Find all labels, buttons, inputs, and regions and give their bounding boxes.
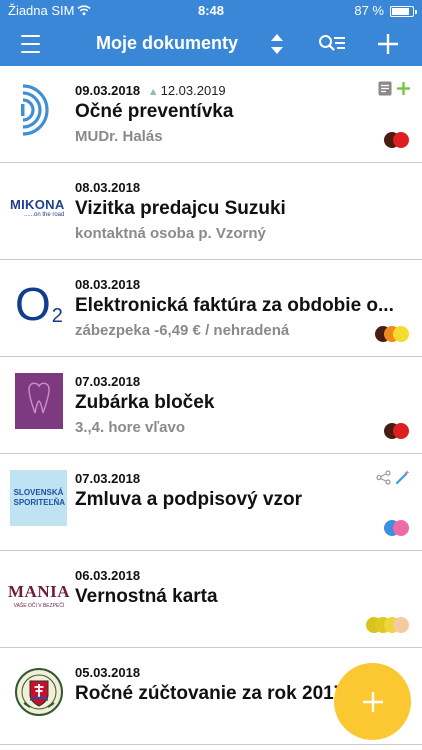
- document-subtitle: zábezpeka -6,49 € / nehradená: [75, 322, 290, 339]
- document-subtitle: kontaktná osoba p. Vzorný: [75, 225, 266, 242]
- mania-logo: MANIA VAŠE OČI V BEZPEČÍ: [8, 565, 70, 625]
- document-date: 07.03.2018: [75, 471, 141, 486]
- battery-fill: [392, 8, 409, 15]
- document-row[interactable]: O 2 08.03.2018 Elektronická faktúra za o…: [0, 260, 422, 357]
- row-icons: [376, 469, 411, 485]
- document-title: Zmluva a podpisový vzor: [75, 489, 302, 510]
- color-tag-dot: [393, 326, 409, 342]
- color-tags: [366, 617, 409, 633]
- color-tags: [375, 326, 409, 342]
- dental-clinic-logo: [9, 371, 69, 431]
- search-filter-icon: [319, 35, 345, 51]
- mikona-logo-tagline: ......on the road: [24, 211, 65, 218]
- row-icons: [378, 81, 411, 96]
- plus-green-icon: [397, 82, 410, 95]
- battery-icon: [390, 6, 417, 17]
- magic-wand-icon[interactable]: [395, 469, 411, 485]
- bank-logo-text: SLOVENSKÁ SPORITEĽŇA: [13, 488, 66, 507]
- hamburger-menu-icon: [20, 32, 40, 56]
- document-title: Vernostná karta: [75, 586, 218, 607]
- document-title: Očné preventívka: [75, 101, 234, 122]
- document-title: Elektronická faktúra za obdobie o...: [75, 295, 394, 316]
- share-icon[interactable]: [376, 469, 391, 485]
- document-date: 07.03.2018: [75, 374, 141, 389]
- mania-logo-tagline: VAŠE OČI V BEZPEČÍ: [13, 602, 65, 609]
- document-subtitle: MUDr. Halás: [75, 128, 163, 145]
- plus-icon: [362, 691, 383, 712]
- sort-button[interactable]: [262, 22, 292, 66]
- add-document-button[interactable]: [368, 22, 408, 66]
- document-date: 06.03.2018: [75, 568, 141, 583]
- eye-clinic-logo: [9, 80, 69, 140]
- app-header: Žiadna SIM 8:48 87 % Moje dokumenty: [0, 0, 422, 66]
- o2-logo: O 2: [9, 274, 69, 334]
- color-tag-dot: [393, 132, 409, 148]
- document-subtitle: 3.,4. hore vľavo: [75, 419, 185, 436]
- mikona-logo-text: MIKONA: [10, 196, 65, 212]
- document-date: 09.03.2018 ▲ 12.03.2019: [75, 83, 226, 98]
- reminder: ▲ 12.03.2019: [148, 83, 226, 98]
- document-row[interactable]: MANIA VAŠE OČI V BEZPEČÍ 06.03.2018 Vern…: [0, 551, 422, 648]
- financial-authority-emblem: [9, 662, 69, 722]
- document-list: 09.03.2018 ▲ 12.03.2019 Očné preventívka …: [0, 66, 422, 745]
- nav-bar: Moje dokumenty: [0, 22, 422, 66]
- document-row[interactable]: 09.03.2018 ▲ 12.03.2019 Očné preventívka …: [0, 66, 422, 163]
- color-tag-dot: [393, 423, 409, 439]
- document-title: Vizitka predajcu Suzuki: [75, 198, 286, 219]
- menu-button[interactable]: [10, 22, 50, 66]
- document-row[interactable]: SLOVENSKÁ SPORITEĽŇA 07.03.2018 Zmluva a…: [0, 454, 422, 551]
- color-tags: [384, 132, 409, 148]
- note-icon: [378, 81, 392, 96]
- document-title: Zubárka bloček: [75, 392, 215, 413]
- plus-icon: [378, 34, 398, 54]
- color-tags: [384, 423, 409, 439]
- date-text: 09.03.2018: [75, 83, 141, 98]
- reminder-date: 12.03.2019: [160, 83, 226, 98]
- document-date: 05.03.2018: [75, 665, 141, 680]
- search-filter-button[interactable]: [314, 22, 350, 66]
- document-date: 08.03.2018: [75, 180, 141, 195]
- status-bar: Žiadna SIM 8:48 87 %: [0, 0, 422, 22]
- document-row[interactable]: 07.03.2018 Zubárka bloček 3.,4. hore vľa…: [0, 357, 422, 454]
- color-tag-dot: [393, 617, 409, 633]
- o2-logo-letter: O: [15, 278, 51, 330]
- mania-logo-text: MANIA: [8, 581, 70, 601]
- color-tags: [384, 520, 409, 536]
- add-document-fab[interactable]: [334, 663, 411, 740]
- o2-logo-number: 2: [51, 305, 63, 327]
- color-tag-dot: [393, 520, 409, 536]
- slovenska-sporitelna-logo: SLOVENSKÁ SPORITEĽŇA: [10, 468, 67, 528]
- document-row[interactable]: MIKONA ......on the road 08.03.2018 Vizi…: [0, 163, 422, 260]
- page-title: Moje dokumenty: [96, 33, 239, 53]
- battery-percent: 87 %: [354, 3, 384, 18]
- document-date: 08.03.2018: [75, 277, 141, 292]
- bell-icon: ▲: [147, 86, 159, 98]
- mikona-logo: MIKONA ......on the road: [9, 177, 69, 237]
- sort-updown-icon: [271, 34, 283, 54]
